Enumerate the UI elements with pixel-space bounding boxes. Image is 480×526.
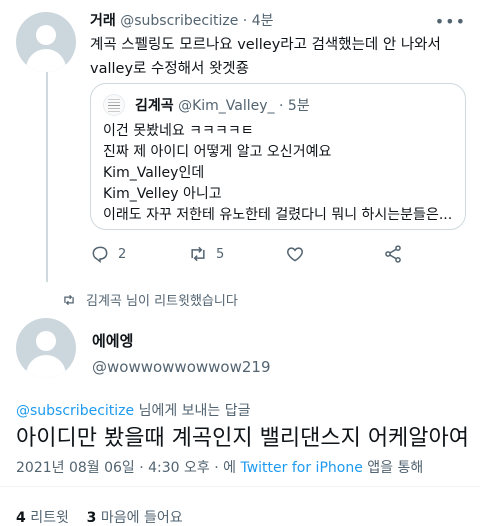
tweet1-name[interactable]: 거래: [90, 13, 116, 29]
tweet1-text: 계곡 스펠링도 모르나요 velley라고 검색했는데 안 나와서 valley…: [90, 33, 470, 81]
quote-handle: @Kim_Valley_: [178, 98, 275, 114]
quote-line: 이건 못봤네요 ㅋㅋㅋㅋㅌ: [103, 123, 254, 139]
client-suffix: 앱을 통해: [362, 460, 424, 476]
retweeted-by-notice[interactable]: 김계곡 님이 리트윗했습니다: [62, 290, 238, 309]
quote-line: Kim_Valley인데: [103, 165, 205, 181]
avatar-head-shape: [36, 25, 56, 45]
likes-stat[interactable]: 3 마음에 들어요: [87, 510, 183, 526]
tweet1-avatar[interactable]: [16, 12, 76, 72]
quoted-tweet-card[interactable]: 김계곡 @Kim_Valley_ · 5분 이건 못봤네요 ㅋㅋㅋㅋㅌ 진짜 제…: [90, 83, 466, 230]
quote-time: 5분: [287, 98, 310, 114]
tweet2-text: 아이디만 봤을때 계곡인지 밸리댄스지 어케알아여: [16, 426, 470, 451]
tweet1-header: 거래 @subscribecitize · 4분: [90, 10, 274, 30]
client-link[interactable]: Twitter for iPhone: [240, 460, 362, 476]
tweet1-action-bar: 2 5: [90, 244, 420, 266]
thread-connector-line: [46, 72, 48, 282]
retweets-count: 4: [16, 510, 26, 526]
retweets-label: 리트윗: [25, 510, 69, 526]
avatar-body-shape: [26, 355, 66, 378]
retweeted-by-text: 김계곡 님이 리트윗했습니다: [86, 294, 238, 309]
quote-header: 김계곡 @Kim_Valley_ · 5분: [135, 95, 310, 115]
reply-button[interactable]: 2: [90, 244, 126, 264]
like-button[interactable]: [285, 244, 305, 264]
retweets-stat[interactable]: 4 리트윗: [16, 510, 69, 526]
tweet1-handle[interactable]: @subscribecitize: [120, 13, 238, 29]
retweet-count: 5: [216, 246, 225, 262]
avatar-head-shape: [36, 331, 56, 351]
stats-divider: [0, 486, 480, 487]
quote-name: 김계곡: [135, 98, 174, 114]
reply-icon: [92, 246, 108, 264]
quote-line: Kim_Velley 아니고: [103, 186, 222, 202]
replying-to-handle-link[interactable]: @subscribecitize: [16, 403, 134, 419]
tweet2-name[interactable]: 에에엥: [92, 330, 133, 351]
tweet2-stats: 4 리트윗 3 마음에 들어요: [16, 507, 183, 526]
quote-text: 이건 못봤네요 ㅋㅋㅋㅋㅌ 진짜 제 아이디 어떻게 알고 오신거예요 Kim_…: [103, 121, 453, 226]
tweet2-timestamp[interactable]: 2021년 08월 06일 · 4:30 오후 · 에: [16, 460, 240, 476]
heart-icon: [287, 247, 303, 262]
retweet-button[interactable]: 5: [188, 244, 224, 264]
quote-avatar[interactable]: [103, 94, 125, 116]
replying-to-line: @subscribecitize 님에게 보내는 답글: [16, 400, 251, 420]
share-icon: [385, 245, 401, 263]
retweet-small-icon: [64, 294, 74, 305]
quote-line: 이래도 자꾸 저한테 유노한테 걸렸다니 뭐니 하시는분들은...: [103, 207, 453, 223]
tweet1-time[interactable]: 4분: [252, 13, 274, 29]
likes-count: 3: [86, 510, 97, 526]
quote-separator: ·: [279, 98, 284, 114]
tweet2-meta: 2021년 08월 06일 · 4:30 오후 · 에 Twitter for …: [16, 457, 423, 477]
replying-to-suffix: 님에게 보내는 답글: [134, 403, 251, 419]
share-button[interactable]: [383, 244, 403, 264]
tweet2-handle[interactable]: @wowwowwowwow219: [92, 358, 270, 376]
tweet1-separator: ·: [242, 13, 248, 29]
quote-line: 진짜 제 아이디 어떻게 알고 오신거예요: [103, 144, 332, 160]
more-options-icon[interactable]: •••: [435, 12, 466, 31]
reply-count: 2: [118, 246, 127, 262]
tweet2-avatar[interactable]: [16, 318, 76, 378]
tweet1-text-line1: 계곡 스펠링도 모르나요 velley라고 검색했는데 안 나와서: [90, 37, 441, 53]
avatar-body-shape: [26, 49, 66, 72]
retweet-icon: [191, 246, 205, 262]
tweet1-text-line2: valley로 수정해서 왓겟죵: [90, 61, 249, 77]
likes-label: 마음에 들어요: [96, 510, 183, 526]
